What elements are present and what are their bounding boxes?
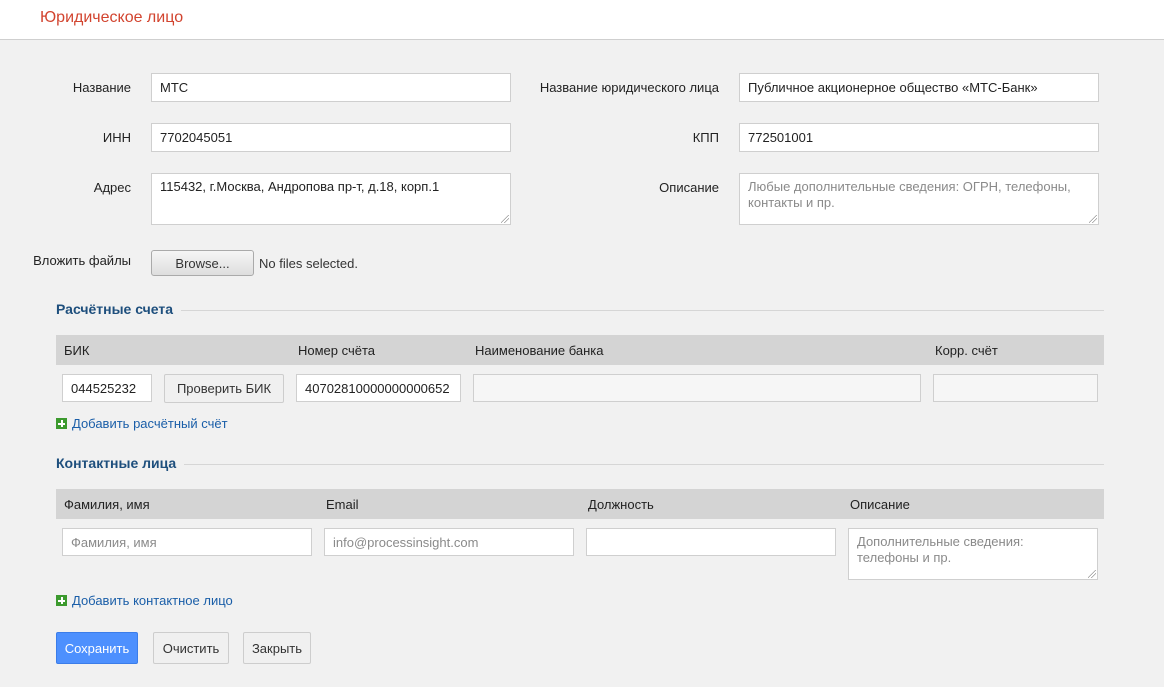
add-account-label: Добавить расчётный счёт — [72, 416, 228, 431]
check-bik-button[interactable]: Проверить БИК — [164, 374, 284, 403]
inn-input[interactable] — [151, 123, 511, 152]
fullname-input[interactable] — [62, 528, 312, 556]
add-contact-link[interactable]: Добавить контактное лицо — [56, 593, 233, 608]
files-status: No files selected. — [259, 256, 358, 271]
description-label: Описание — [659, 180, 719, 195]
email-input[interactable] — [324, 528, 574, 556]
page-title: Юридическое лицо — [40, 9, 184, 26]
plus-icon — [56, 418, 67, 429]
column-header-bank-name: Наименование банка — [475, 343, 604, 358]
contacts-table-header: Фамилия, имя Email Должность Описание — [56, 489, 1104, 519]
column-header-position: Должность — [588, 497, 654, 512]
bank-name-input[interactable] — [473, 374, 921, 402]
column-header-account: Номер счёта — [298, 343, 376, 358]
inn-label: ИНН — [102, 130, 131, 145]
name-input[interactable] — [151, 73, 511, 102]
bik-input[interactable] — [62, 374, 152, 402]
address-label: Адрес — [93, 180, 131, 195]
column-header-email: Email — [326, 497, 359, 512]
contacts-section-title: Контактные лица — [56, 455, 177, 471]
add-contact-label: Добавить контактное лицо — [72, 593, 233, 608]
add-account-link[interactable]: Добавить расчётный счёт — [56, 416, 228, 431]
contact-description-textarea[interactable] — [848, 528, 1098, 580]
column-header-bik: БИК — [64, 343, 90, 358]
close-button[interactable]: Закрыть — [243, 632, 311, 664]
save-button[interactable]: Сохранить — [56, 632, 138, 664]
kpp-input[interactable] — [739, 123, 1099, 152]
kpp-label: КПП — [692, 130, 719, 145]
position-input[interactable] — [586, 528, 836, 556]
accounts-table-header: БИК Номер счёта Наименование банка Корр.… — [56, 335, 1104, 365]
corr-account-input[interactable] — [933, 374, 1098, 402]
section-divider — [181, 310, 1104, 311]
account-number-input[interactable] — [296, 374, 461, 402]
section-divider — [184, 464, 1104, 465]
files-label: Вложить файлы — [33, 253, 131, 268]
legal-name-label: Название юридического лица — [539, 80, 719, 95]
page-header: Юридическое лицо — [0, 0, 1164, 40]
column-header-corr-account: Корр. счёт — [935, 343, 998, 358]
column-header-description: Описание — [850, 497, 910, 512]
name-label: Название — [72, 80, 131, 95]
legal-name-input[interactable] — [739, 73, 1099, 102]
column-header-fullname: Фамилия, имя — [64, 497, 150, 512]
plus-icon — [56, 595, 67, 606]
description-textarea[interactable] — [739, 173, 1099, 225]
accounts-section-title: Расчётные счета — [56, 301, 174, 317]
address-textarea[interactable]: 115432, г.Москва, Андропова пр-т, д.18, … — [151, 173, 511, 225]
browse-button[interactable]: Browse... — [151, 250, 254, 276]
clear-button[interactable]: Очистить — [153, 632, 229, 664]
